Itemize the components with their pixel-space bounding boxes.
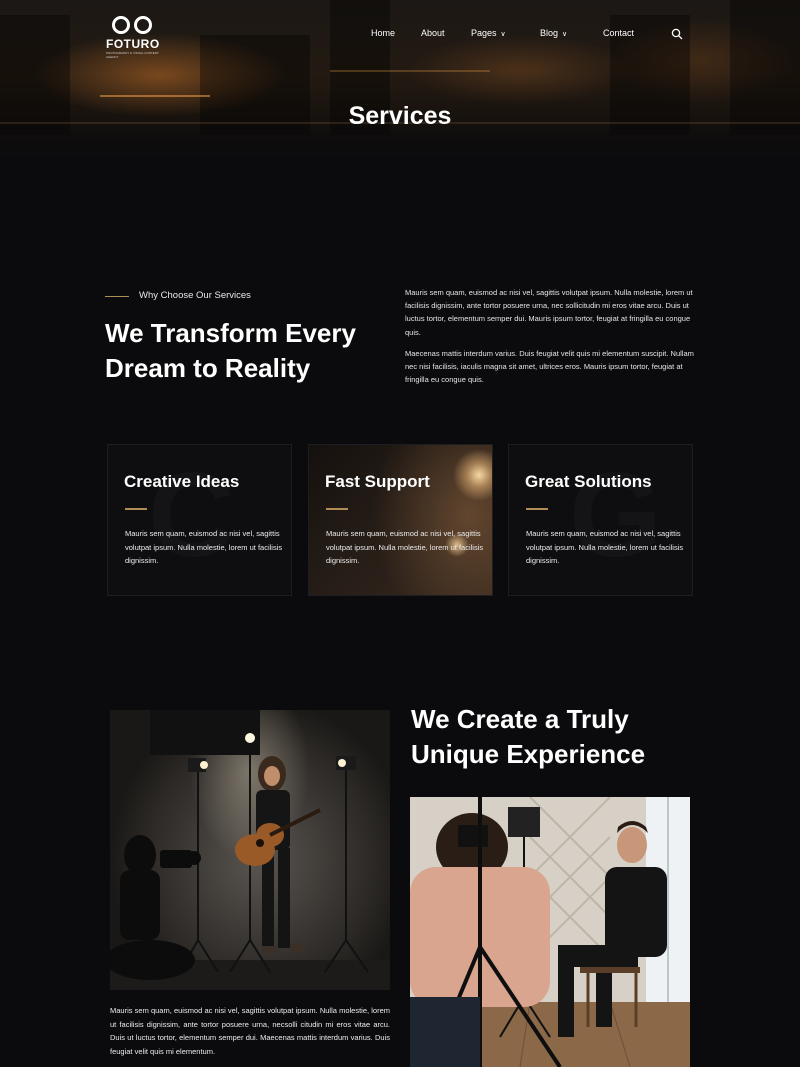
service-card-great-solutions[interactable]: G Great Solutions Mauris sem quam, euism… — [508, 444, 693, 596]
card-text: Mauris sem quam, euismod ac nisi vel, sa… — [526, 529, 684, 565]
card-title: Great Solutions — [525, 472, 652, 491]
card-title: Fast Support — [325, 472, 430, 491]
nav-item-blog[interactable]: Blog ∨ — [540, 28, 567, 42]
experience-title: We Create a Truly Unique Experience — [411, 704, 646, 769]
chevron-down-icon: ∨ — [500, 31, 506, 38]
intro-paragraph-1: Mauris sem quam, euismod ac nisi vel, sa… — [405, 288, 693, 337]
brand-tagline: PHOTOGRAPHY & VISUAL CONTENT AGENCY — [106, 51, 159, 59]
musician-photo — [110, 710, 390, 990]
service-card-fast-support[interactable]: Fast Support Mauris sem quam, euismod ac… — [308, 444, 493, 596]
search-icon[interactable] — [671, 27, 683, 40]
card-divider — [125, 508, 147, 510]
card-text: Mauris sem quam, euismod ac nisi vel, sa… — [125, 529, 283, 565]
chevron-down-icon: ∨ — [562, 31, 568, 38]
card-divider — [526, 508, 548, 510]
nav-item-home[interactable]: Home — [371, 28, 395, 42]
nav-item-about[interactable]: About — [421, 28, 445, 42]
brand-logo[interactable]: FOTURO PHOTOGRAPHY & VISUAL CONTENT AGEN… — [106, 14, 166, 59]
section-headline: We Transform Every Dream to Reality — [105, 318, 356, 383]
eyebrow-divider — [105, 296, 129, 297]
photoshoot-photo — [410, 797, 690, 1067]
nav-item-pages[interactable]: Pages ∨ — [471, 28, 506, 42]
experience-paragraph: Mauris sem quam, euismod ac nisi vel, sa… — [110, 1006, 390, 1056]
brand-name: FOTURO — [106, 37, 160, 51]
card-text: Mauris sem quam, euismod ac nisi vel, sa… — [326, 529, 484, 565]
nav-item-contact[interactable]: Contact — [603, 28, 634, 42]
service-card-creative-ideas[interactable]: C Creative Ideas Mauris sem quam, euismo… — [107, 444, 292, 596]
card-divider — [326, 508, 348, 510]
card-title: Creative Ideas — [124, 472, 240, 491]
section-eyebrow: Why Choose Our Services — [139, 290, 251, 301]
intro-paragraph-2: Maecenas mattis interdum varius. Duis fe… — [405, 349, 694, 385]
page-title: Services — [348, 102, 452, 130]
